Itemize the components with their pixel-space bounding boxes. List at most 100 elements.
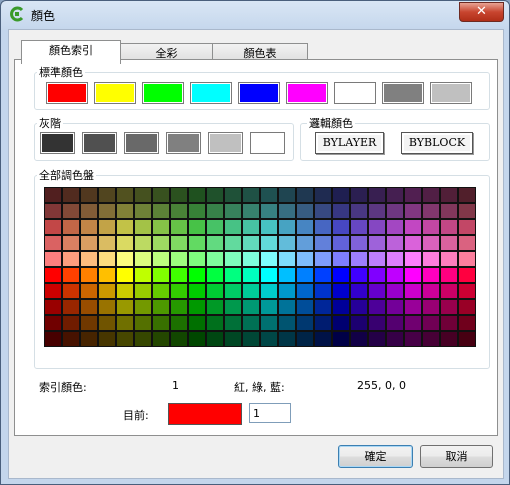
palette-cell[interactable] <box>458 315 476 331</box>
palette-cell[interactable] <box>404 219 422 235</box>
palette-cell[interactable] <box>188 283 206 299</box>
standard-color-swatch[interactable] <box>142 82 184 104</box>
palette-cell[interactable] <box>80 299 98 315</box>
palette-cell[interactable] <box>314 267 332 283</box>
palette-cell[interactable] <box>152 283 170 299</box>
palette-cell[interactable] <box>152 315 170 331</box>
palette-cell[interactable] <box>170 235 188 251</box>
palette-cell[interactable] <box>44 187 62 203</box>
palette-cell[interactable] <box>152 219 170 235</box>
palette-cell[interactable] <box>260 219 278 235</box>
palette-cell[interactable] <box>386 299 404 315</box>
palette-cell[interactable] <box>458 283 476 299</box>
tab-color-index[interactable]: 顏色索引 <box>21 40 121 64</box>
palette-cell[interactable] <box>278 251 296 267</box>
palette-cell[interactable] <box>134 267 152 283</box>
palette-cell[interactable] <box>332 235 350 251</box>
palette-cell[interactable] <box>404 283 422 299</box>
cancel-button[interactable]: 取消 <box>420 445 493 468</box>
palette-cell[interactable] <box>296 219 314 235</box>
palette-cell[interactable] <box>260 331 278 347</box>
palette-cell[interactable] <box>386 283 404 299</box>
palette-cell[interactable] <box>62 187 80 203</box>
palette-cell[interactable] <box>278 219 296 235</box>
palette-cell[interactable] <box>368 187 386 203</box>
palette-cell[interactable] <box>62 283 80 299</box>
standard-color-swatch[interactable] <box>46 82 88 104</box>
palette-cell[interactable] <box>350 331 368 347</box>
palette-cell[interactable] <box>116 219 134 235</box>
standard-color-swatch[interactable] <box>334 82 376 104</box>
close-button[interactable]: ✕ <box>459 2 504 22</box>
title-bar[interactable]: 顏色 ✕ <box>1 1 509 27</box>
palette-cell[interactable] <box>260 267 278 283</box>
palette-cell[interactable] <box>206 299 224 315</box>
palette-cell[interactable] <box>350 299 368 315</box>
palette-cell[interactable] <box>422 331 440 347</box>
palette-cell[interactable] <box>134 251 152 267</box>
palette-cell[interactable] <box>98 315 116 331</box>
palette-cell[interactable] <box>134 315 152 331</box>
palette-cell[interactable] <box>116 203 134 219</box>
palette-cell[interactable] <box>296 315 314 331</box>
palette-cell[interactable] <box>134 219 152 235</box>
palette-cell[interactable] <box>332 219 350 235</box>
palette-cell[interactable] <box>134 187 152 203</box>
palette-cell[interactable] <box>242 299 260 315</box>
palette-cell[interactable] <box>80 187 98 203</box>
palette-cell[interactable] <box>314 299 332 315</box>
palette-cell[interactable] <box>80 283 98 299</box>
palette-cell[interactable] <box>134 283 152 299</box>
palette-cell[interactable] <box>422 299 440 315</box>
palette-cell[interactable] <box>170 331 188 347</box>
palette-cell[interactable] <box>44 203 62 219</box>
palette-cell[interactable] <box>296 187 314 203</box>
palette-cell[interactable] <box>62 331 80 347</box>
standard-color-swatch[interactable] <box>190 82 232 104</box>
palette-cell[interactable] <box>242 331 260 347</box>
palette-cell[interactable] <box>206 283 224 299</box>
palette-cell[interactable] <box>440 267 458 283</box>
palette-cell[interactable] <box>350 187 368 203</box>
palette-cell[interactable] <box>44 267 62 283</box>
palette-cell[interactable] <box>422 267 440 283</box>
palette-cell[interactable] <box>440 187 458 203</box>
palette-cell[interactable] <box>260 251 278 267</box>
palette-cell[interactable] <box>440 203 458 219</box>
palette-cell[interactable] <box>224 315 242 331</box>
palette-cell[interactable] <box>206 235 224 251</box>
palette-cell[interactable] <box>368 299 386 315</box>
palette-cell[interactable] <box>80 267 98 283</box>
palette-cell[interactable] <box>62 203 80 219</box>
palette-cell[interactable] <box>98 267 116 283</box>
palette-cell[interactable] <box>296 331 314 347</box>
palette-cell[interactable] <box>422 187 440 203</box>
bylayer-button[interactable]: BYLAYER <box>315 132 384 154</box>
palette-cell[interactable] <box>116 299 134 315</box>
palette-cell[interactable] <box>152 235 170 251</box>
palette-cell[interactable] <box>278 235 296 251</box>
palette-cell[interactable] <box>170 251 188 267</box>
palette-cell[interactable] <box>350 283 368 299</box>
gray-swatch[interactable] <box>40 132 75 154</box>
palette-cell[interactable] <box>350 315 368 331</box>
palette-cell[interactable] <box>404 331 422 347</box>
standard-color-swatch[interactable] <box>94 82 136 104</box>
palette-cell[interactable] <box>188 187 206 203</box>
palette-cell[interactable] <box>314 331 332 347</box>
palette-cell[interactable] <box>404 203 422 219</box>
palette-cell[interactable] <box>224 219 242 235</box>
palette-cell[interactable] <box>422 251 440 267</box>
palette-cell[interactable] <box>224 331 242 347</box>
palette-cell[interactable] <box>44 331 62 347</box>
palette-cell[interactable] <box>98 331 116 347</box>
palette-cell[interactable] <box>98 219 116 235</box>
palette-cell[interactable] <box>404 299 422 315</box>
palette-cell[interactable] <box>62 299 80 315</box>
palette-cell[interactable] <box>440 219 458 235</box>
palette-cell[interactable] <box>98 203 116 219</box>
gray-swatch[interactable] <box>166 132 201 154</box>
palette-cell[interactable] <box>368 315 386 331</box>
palette-cell[interactable] <box>440 251 458 267</box>
palette-cell[interactable] <box>62 267 80 283</box>
